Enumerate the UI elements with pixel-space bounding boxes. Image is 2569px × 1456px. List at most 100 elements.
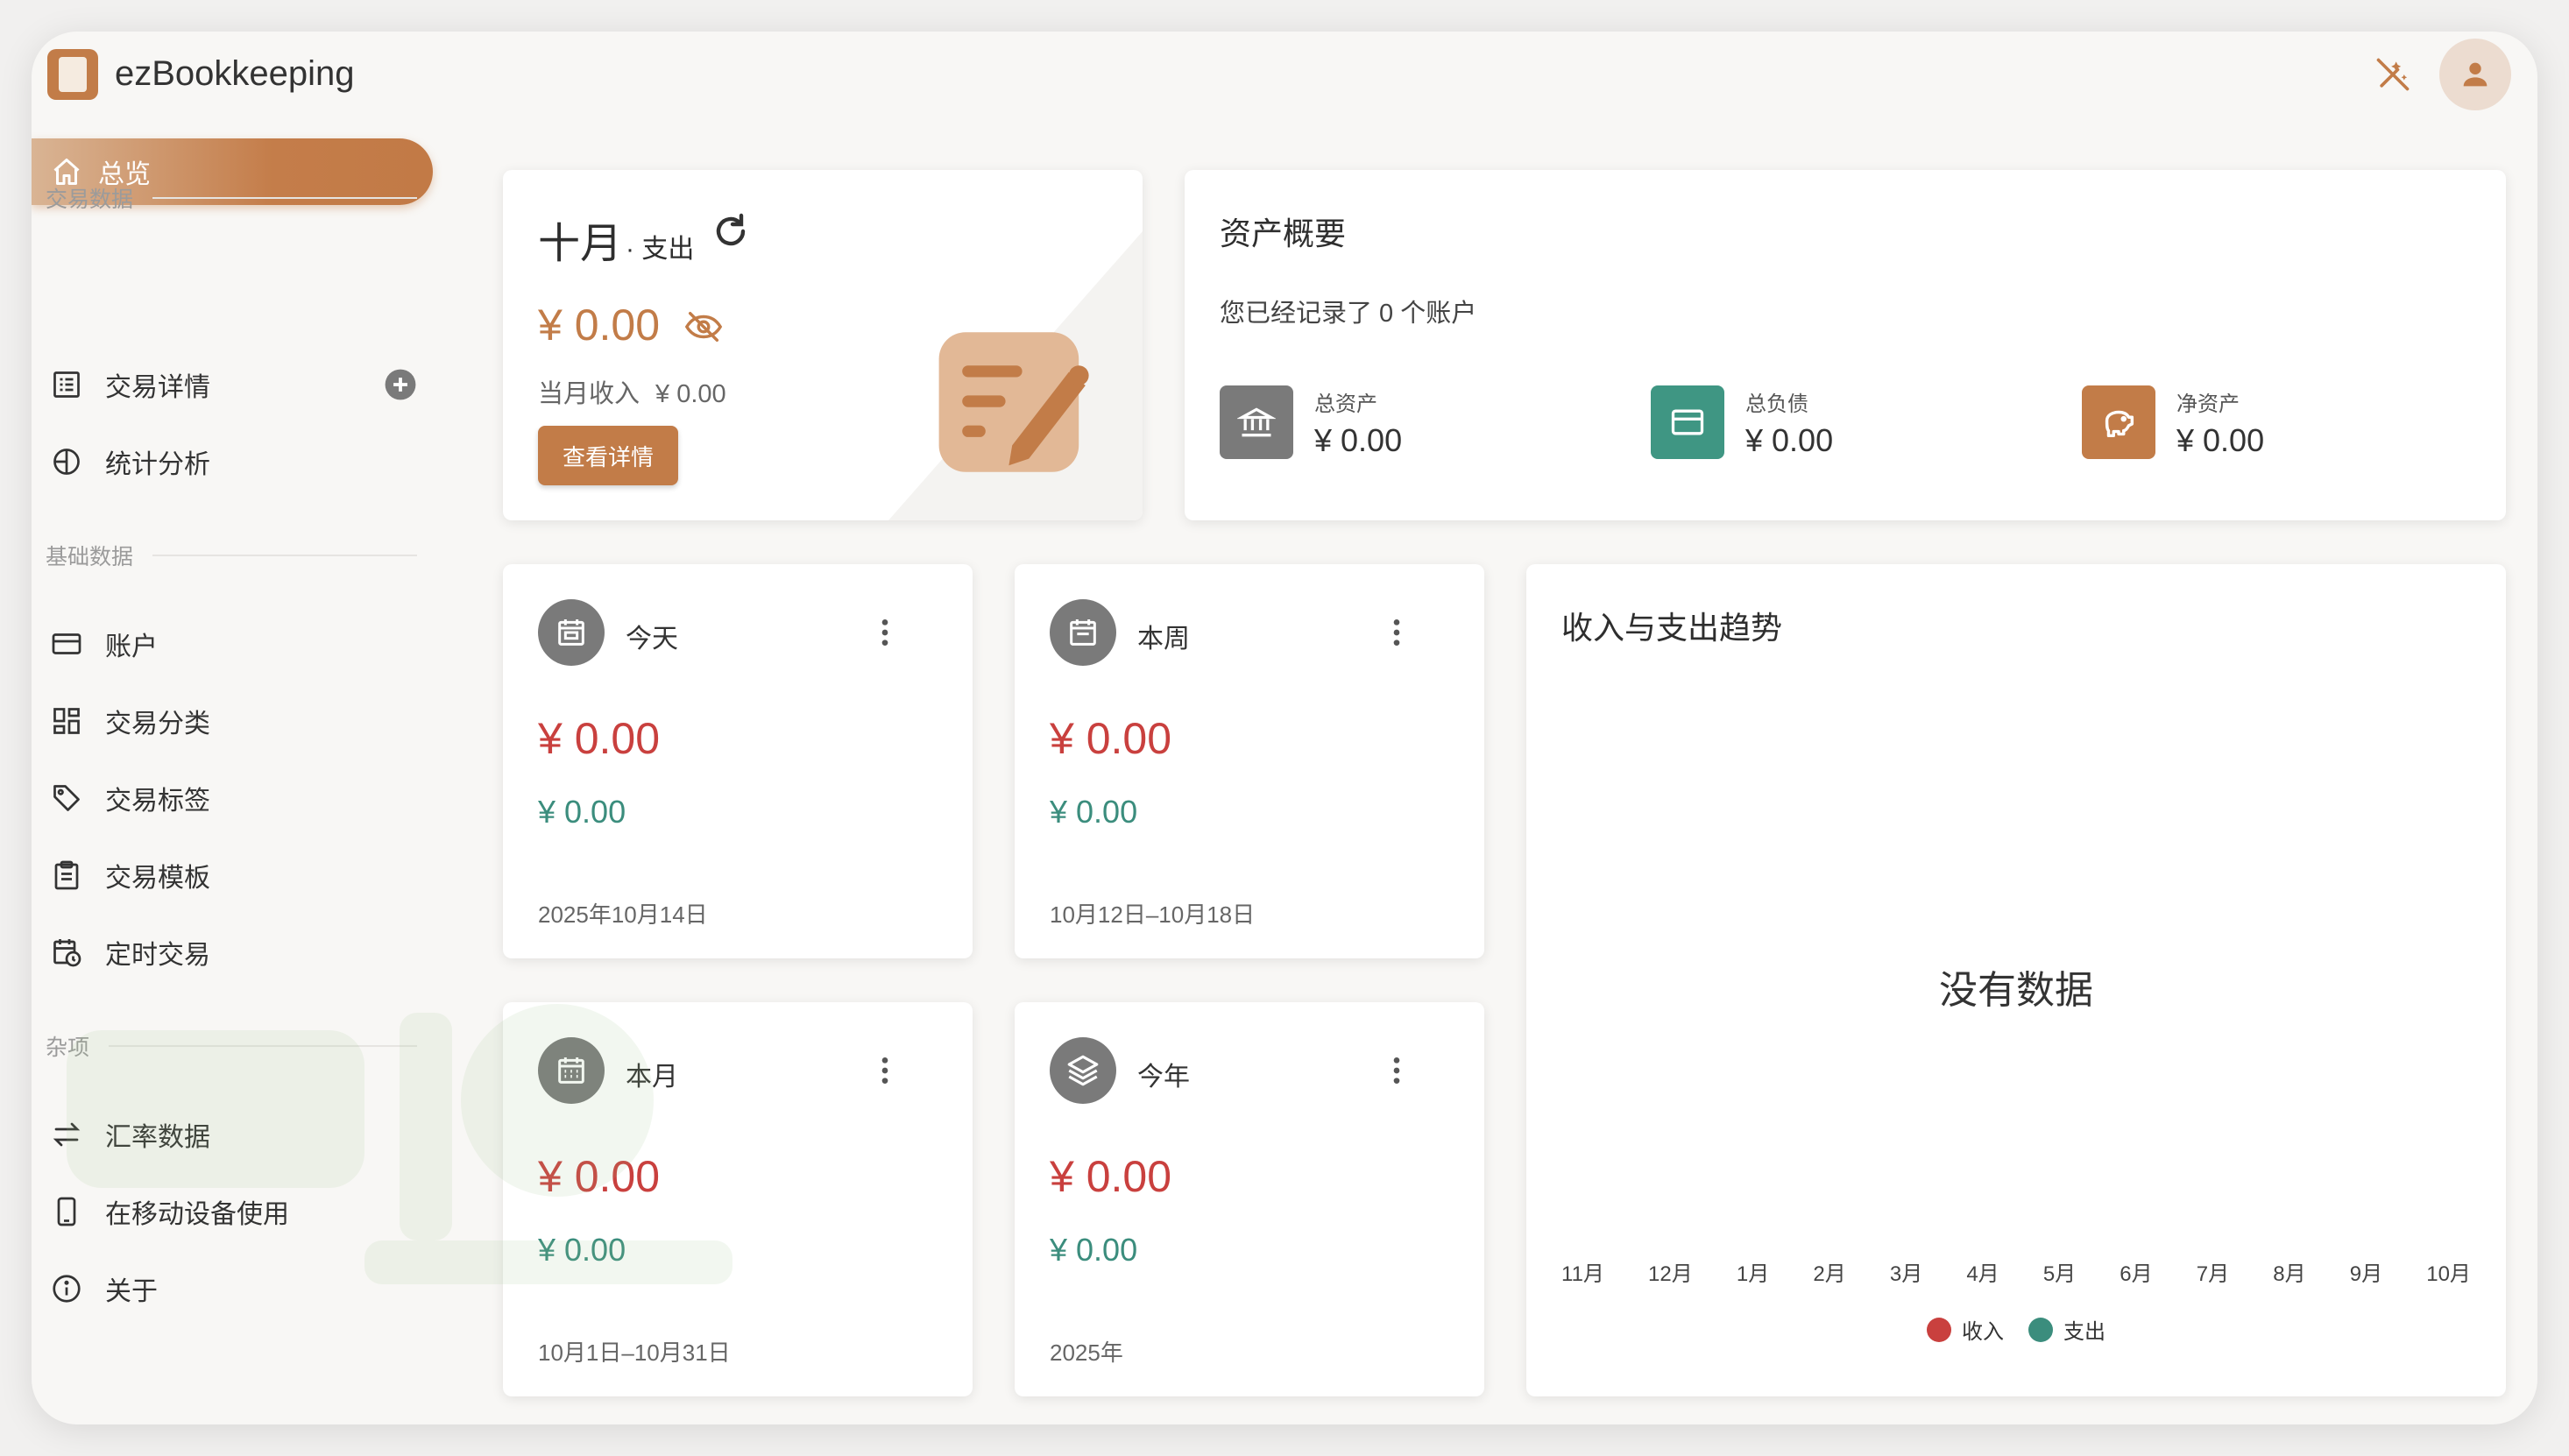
legend-income[interactable]: 收入 xyxy=(1927,1314,2004,1345)
sidebar-item-categories[interactable]: 交易分类 xyxy=(47,690,433,752)
asset-summary-title: 资产概要 xyxy=(1220,216,1347,251)
trend-card: 收入与支出趋势 没有数据 11月 12月 1月 2月 3月 4月 5月 6月 7… xyxy=(1526,564,2506,1396)
bank-icon xyxy=(1220,385,1293,459)
net-assets: 净资产 ¥ 0.00 xyxy=(2082,385,2264,459)
sidebar-item-label: 账户 xyxy=(105,633,158,661)
period-expense: ¥ 0.00 xyxy=(538,714,661,763)
month-income-label: 当月收入 xyxy=(538,380,640,408)
month-income-value: ¥ 0.00 xyxy=(655,380,726,408)
x-tick: 8月 xyxy=(2273,1262,2306,1286)
x-tick: 9月 xyxy=(2349,1262,2383,1286)
asset-name: 总负债 xyxy=(1745,392,1808,416)
asset-name: 总资产 xyxy=(1314,392,1377,416)
x-tick: 11月 xyxy=(1561,1262,1604,1286)
app-logo-icon xyxy=(47,49,98,100)
legend-swatch xyxy=(2028,1317,2053,1342)
period-expense: ¥ 0.00 xyxy=(1050,1152,1172,1201)
trend-x-axis: 11月 12月 1月 2月 3月 4月 5月 6月 7月 8月 9月 10月 xyxy=(1561,1256,2471,1287)
period-title: 本周 xyxy=(1137,625,1190,654)
layers-icon xyxy=(1050,1037,1116,1104)
more-vert-icon[interactable] xyxy=(867,1053,902,1088)
trend-title: 收入与支出趋势 xyxy=(1561,610,1783,646)
today-card: 今天 ¥ 0.00 ¥ 0.00 2025年10月14日 xyxy=(503,564,973,958)
sidebar-item-label: 交易模板 xyxy=(105,864,210,893)
x-tick: 7月 xyxy=(2196,1262,2230,1286)
calendar-today-icon xyxy=(538,599,605,666)
sidebar-item-label: 定时交易 xyxy=(105,941,210,970)
top-bar: ezBookkeeping xyxy=(32,32,2537,137)
sidebar-item-label: 交易标签 xyxy=(105,787,210,816)
piggy-bank-icon xyxy=(2082,385,2155,459)
x-tick: 6月 xyxy=(2120,1262,2153,1286)
sidebar-item-label: 交易分类 xyxy=(105,710,210,739)
legend-expense[interactable]: 支出 xyxy=(2028,1314,2105,1345)
grid-icon xyxy=(47,702,86,740)
month-expense-card: 十月 · 支出 ¥ 0.00 当月收入 ¥ 0.00 查看详情 xyxy=(503,170,1143,520)
sidebar-item-label: 交易详情 xyxy=(105,373,210,402)
sidebar-item-label: 统计分析 xyxy=(105,450,210,479)
period-expense: ¥ 0.00 xyxy=(1050,714,1172,763)
month-title: 十月 · 支出 xyxy=(538,209,694,270)
app-title: ezBookkeeping xyxy=(115,54,355,93)
legend-label: 支出 xyxy=(2063,1320,2105,1344)
calendar-week-icon xyxy=(1050,599,1116,666)
sidebar-item-transaction-details[interactable]: 交易详情 xyxy=(47,354,433,415)
year-card: 今年 ¥ 0.00 ¥ 0.00 2025年 xyxy=(1015,1002,1484,1396)
asset-value: ¥ 0.00 xyxy=(1745,421,1834,458)
period-range: 2025年 xyxy=(1050,1339,1123,1366)
list-icon xyxy=(47,365,86,404)
theme-toggle-icon[interactable] xyxy=(2369,51,2417,98)
week-card: 本周 ¥ 0.00 ¥ 0.00 10月12日–10月18日 xyxy=(1015,564,1484,958)
asset-summary-subtitle: 您已经记录了 0 个账户 xyxy=(1220,300,1477,328)
notebook-pen-icon xyxy=(938,332,1089,472)
clipboard-icon xyxy=(47,856,86,894)
asset-name: 净资产 xyxy=(2176,392,2240,416)
more-vert-icon[interactable] xyxy=(1379,1053,1414,1088)
period-income: ¥ 0.00 xyxy=(1050,1232,1138,1268)
month-income-line: 当月收入 ¥ 0.00 xyxy=(538,373,726,410)
hide-amount-icon[interactable] xyxy=(683,307,724,347)
sidebar-item-tags[interactable]: 交易标签 xyxy=(47,767,433,829)
user-avatar[interactable] xyxy=(2439,39,2511,110)
month-expense-amount: ¥ 0.00 xyxy=(538,300,661,350)
sidebar-item-templates[interactable]: 交易模板 xyxy=(47,845,433,906)
x-tick: 4月 xyxy=(1966,1262,1999,1286)
app-window: ezBookkeeping 总览 交易数据 交易详情 统计分析 基础数据 账户 … xyxy=(32,32,2537,1424)
section-label: 交易数据 xyxy=(46,187,134,212)
user-icon xyxy=(2463,62,2488,87)
credit-card-icon xyxy=(47,625,86,663)
sidebar-item-statistics[interactable]: 统计分析 xyxy=(47,431,433,492)
tag-icon xyxy=(47,779,86,817)
x-tick: 1月 xyxy=(1736,1262,1770,1286)
total-liabilities: 总负债 ¥ 0.00 xyxy=(1651,385,1833,459)
calendar-clock-icon xyxy=(47,933,86,972)
refresh-icon[interactable] xyxy=(710,210,752,252)
month-label: 十月 xyxy=(538,221,623,267)
view-details-button[interactable]: 查看详情 xyxy=(538,426,678,485)
more-vert-icon[interactable] xyxy=(1379,615,1414,650)
section-basic: 基础数据 xyxy=(46,540,417,571)
card-icon xyxy=(1651,385,1724,459)
period-range: 10月1日–10月31日 xyxy=(538,1339,731,1366)
sidebar-item-scheduled[interactable]: 定时交易 xyxy=(47,922,433,983)
month-type-label: · 支出 xyxy=(626,235,695,264)
sidebar-item-accounts[interactable]: 账户 xyxy=(47,613,433,675)
total-assets: 总资产 ¥ 0.00 xyxy=(1220,385,1402,459)
legend-swatch xyxy=(1927,1317,1951,1342)
period-title: 今年 xyxy=(1137,1063,1190,1092)
add-transaction-icon[interactable] xyxy=(384,368,417,401)
period-income: ¥ 0.00 xyxy=(1050,794,1138,830)
more-vert-icon[interactable] xyxy=(867,615,902,650)
pie-chart-icon xyxy=(47,442,86,481)
section-label: 基础数据 xyxy=(46,545,134,569)
period-range: 10月12日–10月18日 xyxy=(1050,901,1256,928)
period-title: 今天 xyxy=(626,625,678,654)
asset-summary-card: 资产概要 您已经记录了 0 个账户 总资产 ¥ 0.00 总负债 ¥ 0.00 xyxy=(1185,170,2506,520)
watermark-logo xyxy=(67,1004,732,1284)
no-data-message: 没有数据 xyxy=(1939,969,2093,1012)
x-tick: 5月 xyxy=(2042,1262,2077,1286)
x-tick: 3月 xyxy=(1889,1262,1923,1286)
x-tick: 12月 xyxy=(1648,1262,1693,1286)
period-range: 2025年10月14日 xyxy=(538,901,708,928)
trend-legend: 收入 支出 xyxy=(1526,1314,2506,1345)
